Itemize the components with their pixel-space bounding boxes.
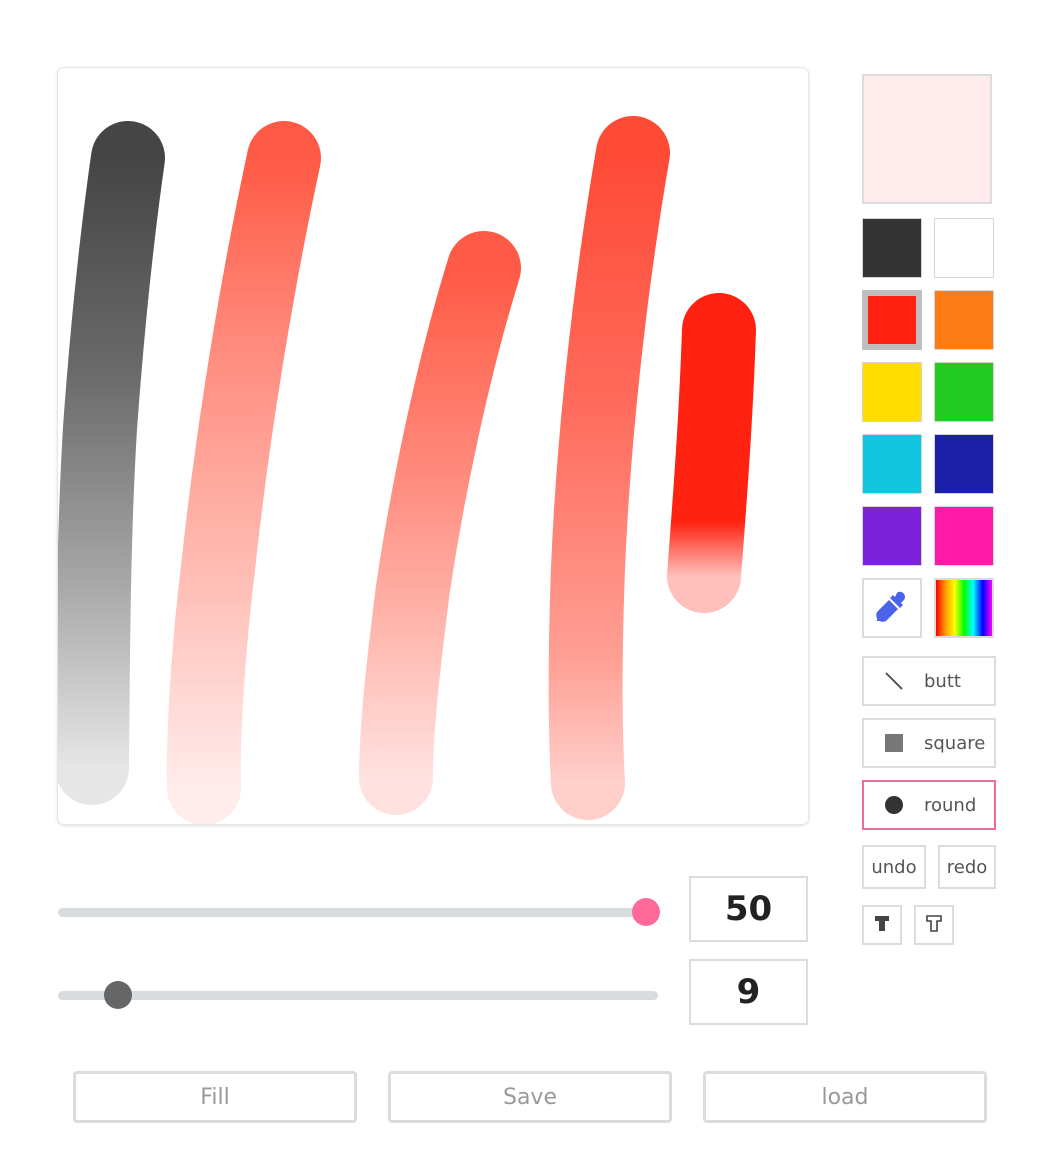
rainbow-gradient-icon [936, 580, 992, 636]
swatch-magenta[interactable] [934, 506, 994, 566]
swatch-white[interactable] [934, 218, 994, 278]
brush-size-value: 50 [689, 876, 808, 942]
swatch-black[interactable] [862, 218, 922, 278]
slider-thumb[interactable] [104, 981, 132, 1009]
swatch-green[interactable] [934, 362, 994, 422]
cap-square-button[interactable]: square [862, 718, 996, 768]
cap-round-button[interactable]: round [862, 780, 996, 830]
brush-size-slider[interactable] [58, 897, 660, 927]
circle-icon [864, 795, 924, 815]
cap-butt-label: butt [924, 670, 961, 692]
undo-button[interactable]: undo [862, 845, 926, 889]
slider-track [58, 991, 658, 1000]
canvas-strokes [58, 116, 756, 824]
swatch-orange[interactable] [934, 290, 994, 350]
opacity-value: 9 [689, 959, 808, 1025]
drawing-canvas[interactable] [58, 68, 808, 824]
cap-round-label: round [924, 794, 977, 816]
swatch-purple[interactable] [862, 506, 922, 566]
eyedropper-button[interactable] [862, 578, 922, 638]
slider-thumb[interactable] [632, 898, 660, 926]
cap-butt-button[interactable]: butt [862, 656, 996, 706]
rainbow-picker-button[interactable] [934, 578, 994, 638]
save-button[interactable]: Save [388, 1071, 672, 1123]
redo-button[interactable]: redo [938, 845, 996, 889]
font-bold-icon [872, 913, 892, 937]
swatch-yellow[interactable] [862, 362, 922, 422]
cap-square-label: square [924, 732, 986, 754]
square-icon [864, 733, 924, 753]
opacity-slider[interactable] [58, 980, 658, 1010]
swatch-red[interactable] [862, 290, 922, 350]
swatch-cyan[interactable] [862, 434, 922, 494]
font-outline-icon [924, 913, 944, 937]
swatch-navy[interactable] [934, 434, 994, 494]
slider-track [58, 908, 658, 917]
font-outline-button[interactable] [914, 905, 954, 945]
load-button[interactable]: load [703, 1071, 987, 1123]
eyedropper-icon [875, 589, 909, 627]
line-icon [864, 671, 924, 691]
font-bold-button[interactable] [862, 905, 902, 945]
fill-button[interactable]: Fill [73, 1071, 357, 1123]
color-preview [862, 74, 992, 204]
